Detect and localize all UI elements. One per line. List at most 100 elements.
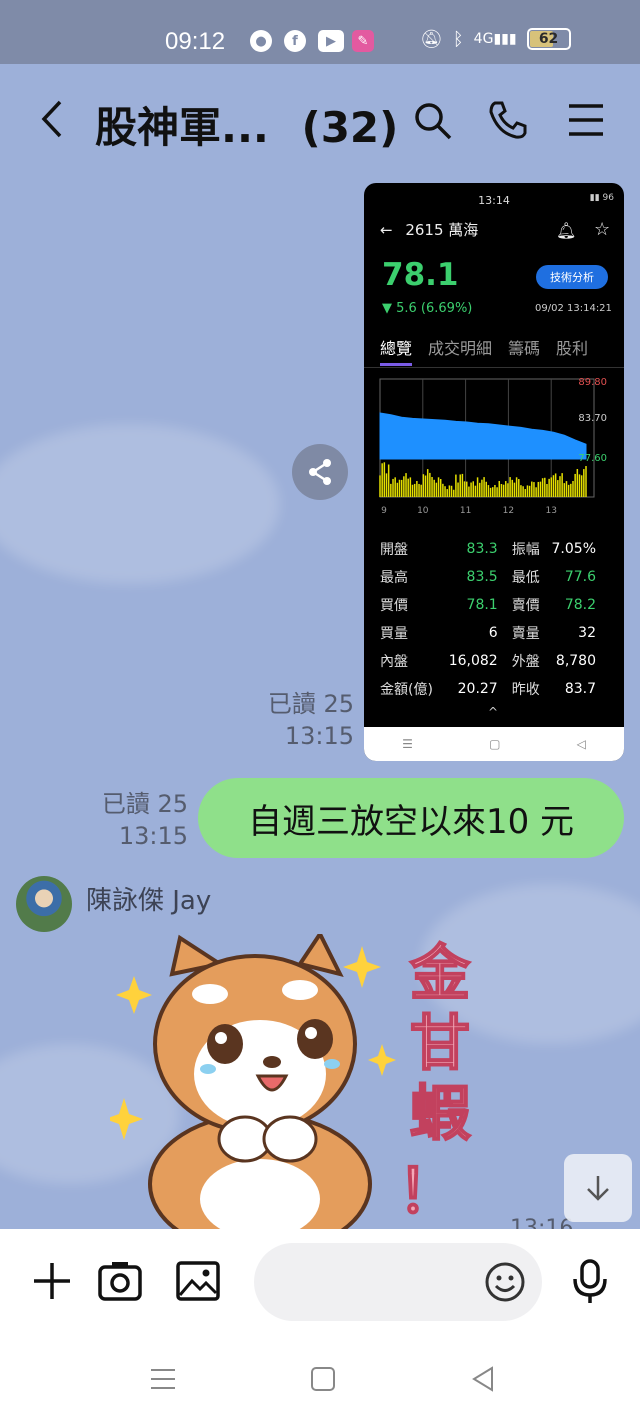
stats-row: 內盤 16,082 外盤 8,780: [380, 647, 610, 675]
search-button[interactable]: [410, 98, 454, 142]
stat-value: 83.3: [466, 541, 498, 557]
input-bar: [0, 1229, 640, 1334]
avatar[interactable]: [16, 876, 72, 932]
emoji-button[interactable]: [484, 1261, 526, 1303]
home-button[interactable]: [308, 1364, 338, 1394]
stat-label: 昨收: [511, 682, 540, 698]
stat-value: 32: [578, 625, 596, 641]
stat-value: 16,082: [448, 653, 498, 669]
menu-button[interactable]: [564, 98, 608, 142]
chat-header: 股神軍... (32): [0, 64, 640, 174]
divider: [364, 367, 624, 368]
stock-stats-table: 開盤 83.3 振幅 7.05% 最高 83.5 最低 77.6 買價 78.1 賣價 78.2 買量 6…: [380, 535, 610, 703]
triangle-back-icon: [472, 1366, 493, 1392]
share-icon: [309, 459, 331, 485]
back-button[interactable]: [32, 94, 72, 144]
stat-value: 83.7: [564, 681, 596, 697]
stats-row: 買量 6 賣量 32: [380, 619, 610, 647]
share-button[interactable]: [292, 444, 348, 500]
stats-row: 買價 78.1 賣價 78.2: [380, 591, 610, 619]
stats-row: 金額(億) 20.27 昨收 83.7: [380, 675, 610, 703]
shot-status-bar: 13:14 ▮▮ 96: [364, 183, 624, 217]
read-count: 已讀 25: [267, 690, 354, 718]
sender-name: 陳詠傑 Jay: [86, 886, 212, 916]
shot-nav-bar: ☰ ▢ ◁: [364, 727, 624, 761]
tab-trades: 成交明細: [428, 339, 493, 358]
stock-price: 78.1: [382, 257, 459, 293]
stat-label: 賣量: [511, 626, 540, 642]
image-message[interactable]: 13:14 ▮▮ 96 ← 2615 萬海 🔔︎ ☆ 78.1 ▼ 5.6 (6…: [364, 183, 624, 761]
battery-level: 62: [538, 31, 559, 47]
x-tick-label: 13: [545, 506, 556, 516]
search-icon: [415, 103, 452, 140]
stat-label: 最高: [380, 570, 408, 586]
shiba-sticker[interactable]: 金 甘 蝦 ！: [110, 934, 500, 1229]
shot-menu-icon: ☰: [402, 737, 413, 751]
stat-label: 開盤: [380, 542, 408, 558]
intraday-chart: 89.80 83.70 77.60 9 10 11 12 13: [379, 377, 607, 516]
smiley-icon: [485, 1262, 525, 1302]
add-button[interactable]: [28, 1257, 76, 1305]
x-tick-label: 11: [460, 506, 471, 516]
stat-label: 賣價: [511, 598, 540, 614]
shot-back-icon: ◁: [576, 737, 586, 751]
shot-status-time: 13:14: [478, 193, 510, 207]
background-cloud: [0, 424, 280, 584]
status-bar: 09:12 ● f ▶ ✎ 🔕︎ ᛒ 4G▮▮▮ 62: [0, 0, 640, 64]
signal-icon: 4G▮▮▮: [473, 31, 517, 47]
shot-home-icon: ▢: [489, 737, 501, 751]
svg-text:蝦: 蝦: [410, 1079, 471, 1149]
scroll-down-button[interactable]: [564, 1154, 632, 1222]
plus-icon: [34, 1263, 70, 1299]
bluetooth-icon: ᛒ: [452, 28, 464, 50]
stat-value: 7.05%: [551, 541, 596, 557]
read-receipt: 已讀 25 13:15: [240, 688, 354, 752]
phone-icon: [489, 101, 527, 139]
text-message-bubble[interactable]: 自週三放空以來10 元: [198, 778, 624, 858]
stat-label: 買價: [380, 598, 408, 614]
system-nav-bar: [0, 1334, 640, 1422]
call-button[interactable]: [486, 98, 530, 142]
stat-label: 買量: [380, 626, 408, 642]
voice-button[interactable]: [566, 1257, 614, 1305]
message-time: 13:15: [284, 722, 354, 750]
price-change: ▼ 5.6 (6.69%): [382, 301, 473, 316]
expand-caret-icon: ^: [488, 705, 499, 719]
tech-analysis-button: 技術分析: [536, 265, 608, 289]
system-back-button[interactable]: [468, 1364, 498, 1394]
stat-label: 最低: [511, 570, 540, 586]
bell-icon: 🔔︎: [556, 221, 577, 240]
stat-label: 振幅: [511, 542, 540, 558]
x-tick-label: 10: [417, 506, 429, 516]
arrow-down-icon: [587, 1176, 609, 1201]
chat-area[interactable]: 股神軍... (32) 13:14 ▮▮ 96 ← 2615 萬海 🔔︎ ☆ 7…: [0, 64, 640, 1229]
square-home-icon: [311, 1367, 335, 1391]
network-label: 4G: [473, 31, 494, 47]
stat-label: 內盤: [380, 654, 408, 670]
back-arrow-icon: [41, 100, 62, 138]
member-count: (32): [301, 103, 399, 152]
camera-button[interactable]: [96, 1257, 144, 1305]
shiba-dog: [148, 934, 372, 1229]
star-icon: ☆: [594, 219, 611, 240]
menu-icon: [569, 104, 603, 136]
stat-value: 6: [488, 625, 498, 641]
youtube-icon: ▶: [318, 30, 344, 52]
mute-icon: 🔕︎: [420, 28, 443, 50]
app-icon: ✎: [352, 30, 374, 52]
stat-value: 83.5: [466, 569, 498, 585]
quote-datetime: 09/02 13:14:21: [535, 303, 612, 314]
group-name: 股神軍...: [95, 103, 269, 152]
y-tick-label: 83.70: [578, 413, 607, 424]
status-right: 🔕︎ ᛒ 4G▮▮▮ 62: [420, 28, 571, 50]
recent-apps-button[interactable]: [148, 1364, 178, 1394]
svg-text:金: 金: [410, 939, 471, 1009]
price-area: [379, 412, 587, 460]
tab-dividend: 股利: [556, 339, 589, 358]
image-icon: [176, 1261, 220, 1301]
read-count: 已讀 25: [101, 790, 188, 818]
stats-row: 最高 83.5 最低 77.6: [380, 563, 610, 591]
chat-title[interactable]: 股神軍... (32): [95, 94, 398, 155]
gallery-button[interactable]: [174, 1257, 222, 1305]
stat-value: 77.6: [564, 569, 596, 585]
